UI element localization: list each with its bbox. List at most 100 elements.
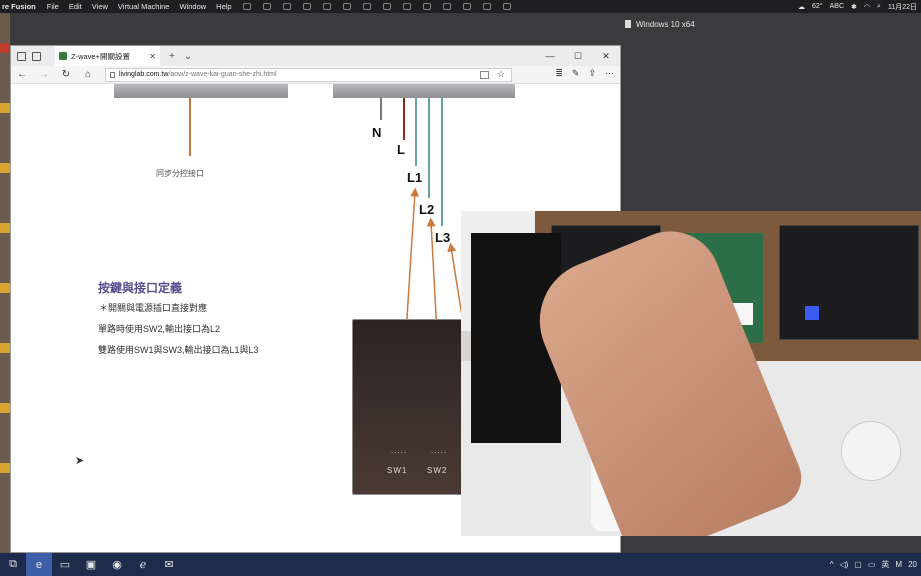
status-area: ☁ 62° ABC ✱ ◠ ⌕ 11月22日 <box>798 0 921 13</box>
url-path: /aow/z-wave-kai-guan-she-zhi.html <box>168 71 277 78</box>
cam-led <box>805 306 819 320</box>
file-explorer-icon[interactable]: ▭ <box>52 553 78 576</box>
url-host: livinglab.com.tw <box>119 71 169 78</box>
cam-switch-panel <box>779 225 919 340</box>
more-icon[interactable]: ··· <box>605 68 614 79</box>
address-bar-row: ← → ↻ ⌂ livinglab.com.tw /aow/z-wave-kai… <box>11 66 620 84</box>
desktop-icon[interactable] <box>0 283 10 293</box>
url-field[interactable]: livinglab.com.tw /aow/z-wave-kai-guan-sh… <box>105 67 512 82</box>
favorites-hub-icon[interactable]: ≣ <box>555 68 563 79</box>
desktop-icon[interactable] <box>0 463 10 473</box>
sw1-dots: ..... <box>391 446 408 455</box>
toolbar-icon[interactable] <box>342 3 351 10</box>
desktop-icon[interactable] <box>0 103 10 113</box>
section-heading: 按鍵與接口定義 <box>98 281 183 295</box>
note-line-2: 單路時使用SW2,輸出接口為L2 <box>98 324 221 334</box>
notification-icon[interactable]: ▢ <box>854 560 862 569</box>
network-icon[interactable]: ▭ <box>868 560 876 569</box>
note-line-3: 雙路使用SW1與SW3,輸出接口為L1與L3 <box>98 345 259 355</box>
desktop-icon[interactable] <box>0 43 10 53</box>
windows-desktop <box>0 13 10 553</box>
toolbar-icon[interactable] <box>362 3 371 10</box>
tray-chevron-icon[interactable]: ^ <box>830 560 834 569</box>
wifi-icon[interactable]: ◠ <box>864 3 870 11</box>
volume-icon[interactable]: ◁) <box>839 560 848 569</box>
weather-icon[interactable]: ☁ <box>798 3 805 11</box>
desktop-icon[interactable] <box>0 403 10 413</box>
system-tray: ^ ◁) ▢ ▭ 英 M 20 <box>830 553 921 576</box>
document-icon <box>625 20 631 28</box>
home-icon[interactable]: ⌂ <box>77 69 99 80</box>
menu-file[interactable]: File <box>42 2 64 11</box>
set-aside-tabs-icon[interactable] <box>32 51 41 61</box>
search-icon[interactable]: ⌕ <box>877 3 881 11</box>
ime-language[interactable]: 英 <box>881 559 889 570</box>
mouse-cursor-icon: ➤ <box>75 455 85 467</box>
desktop-icon[interactable] <box>0 163 10 173</box>
toolbar-icon[interactable] <box>322 3 331 10</box>
ime-mode[interactable]: M <box>895 560 902 569</box>
site-favicon-icon <box>59 52 67 60</box>
new-tab-icon[interactable]: + <box>169 51 175 62</box>
temperature[interactable]: 62° <box>812 3 823 10</box>
menu-virtual-machine[interactable]: Virtual Machine <box>113 2 175 11</box>
clock[interactable]: 20 <box>908 560 917 569</box>
tab-actions-icon[interactable] <box>17 51 26 61</box>
maximize-icon[interactable]: ☐ <box>564 46 592 66</box>
share-icon[interactable]: ⇪ <box>588 68 596 79</box>
toolbar-icon[interactable] <box>402 3 411 10</box>
notes-pen-icon[interactable]: ✎ <box>572 68 580 79</box>
desktop-icon[interactable] <box>0 223 10 233</box>
desktop-icon[interactable] <box>0 343 10 353</box>
window-controls: — ☐ ✕ <box>536 46 620 66</box>
switch-label-sw2: SW2 <box>427 466 448 475</box>
webcam-overlay <box>461 211 921 536</box>
toolbar-icon[interactable] <box>422 3 431 10</box>
menu-help[interactable]: Help <box>211 2 236 11</box>
toolbar-icon[interactable] <box>482 3 491 10</box>
task-view-icon[interactable]: ⧉ <box>0 553 26 576</box>
toolbar-icon[interactable] <box>382 3 391 10</box>
minimize-icon[interactable]: — <box>536 46 564 66</box>
edge-taskbar-icon[interactable]: e <box>26 553 52 576</box>
toolbar-icon[interactable] <box>502 3 511 10</box>
toolbar-icon[interactable] <box>282 3 291 10</box>
toolbar-icon[interactable] <box>442 3 451 10</box>
date[interactable]: 11月22日 <box>888 2 917 12</box>
tab-bar: Z-wave+開關設置 ✕ + ⌄ — ☐ ✕ <box>11 46 620 66</box>
switch-label-sw1: SW1 <box>387 466 408 475</box>
media-icon[interactable]: ◉ <box>104 553 130 576</box>
browser-tab[interactable]: Z-wave+開關設置 ✕ <box>55 46 160 66</box>
app-name[interactable]: re Fusion <box>0 2 42 11</box>
mail-icon[interactable]: ✉ <box>156 553 182 576</box>
menu-edit[interactable]: Edit <box>64 2 87 11</box>
reading-view-icon[interactable] <box>480 70 489 79</box>
note-line-1: ＊開關與電源插口直接對應 <box>99 303 208 313</box>
back-icon[interactable]: ← <box>11 69 33 80</box>
mac-menubar: re Fusion File Edit View Virtual Machine… <box>0 0 921 13</box>
close-tab-icon[interactable]: ✕ <box>149 52 156 61</box>
menu-window[interactable]: Window <box>174 2 211 11</box>
windows-taskbar: ⧉ e ▭ ▣ ◉ ℯ ✉ ^ ◁) ▢ ▭ 英 M 20 <box>0 553 921 576</box>
tab-preview-chevron-icon[interactable]: ⌄ <box>184 51 192 62</box>
toolbar-icon[interactable] <box>242 3 251 10</box>
toolbar-icon[interactable] <box>302 3 311 10</box>
toolbar-icon[interactable] <box>462 3 471 10</box>
close-window-icon[interactable]: ✕ <box>592 46 620 66</box>
tab-title: Z-wave+開關設置 <box>71 51 130 61</box>
lock-icon <box>110 71 115 78</box>
bluetooth-icon[interactable]: ✱ <box>851 3 857 11</box>
input-source[interactable]: ABC <box>830 3 844 10</box>
favorite-star-icon[interactable]: ☆ <box>497 69 505 80</box>
cam-round-sensor <box>841 421 901 481</box>
toolbar-icon[interactable] <box>262 3 271 10</box>
menu-view[interactable]: View <box>87 2 113 11</box>
sw2-dots: ..... <box>431 446 448 455</box>
vm-title-text: Windows 10 x64 <box>636 19 695 29</box>
store-icon[interactable]: ▣ <box>78 553 104 576</box>
forward-icon[interactable]: → <box>33 69 55 80</box>
vm-window-title: Windows 10 x64 <box>622 16 921 32</box>
refresh-icon[interactable]: ↻ <box>55 69 77 80</box>
browser-tools: ≣ ✎ ⇪ ··· <box>555 68 614 79</box>
ie-icon[interactable]: ℯ <box>130 553 156 576</box>
